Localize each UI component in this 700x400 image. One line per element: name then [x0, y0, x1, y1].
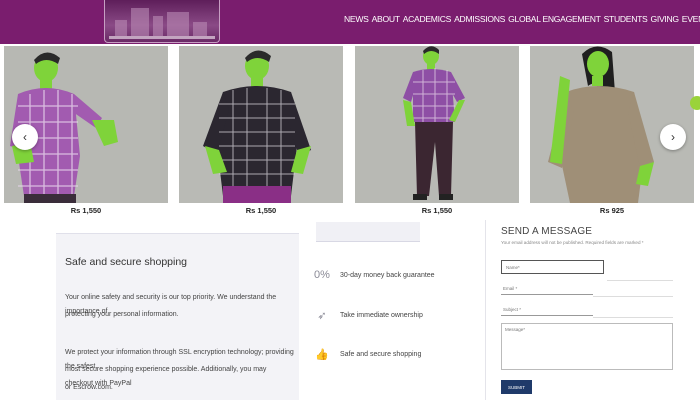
safe-shopping-title: Safe and secure shopping — [65, 256, 188, 268]
safe-shopping-text: or Escrow.com. — [65, 384, 113, 391]
safe-shopping-panel: Safe and secure shopping Your online saf… — [56, 233, 299, 400]
green-badge-icon — [690, 96, 700, 110]
nav-item-admissions[interactable]: ADMISSIONS — [454, 14, 505, 24]
product-card[interactable]: Rs 1,550 — [355, 46, 519, 218]
message-field[interactable]: Message* — [501, 323, 673, 370]
product-price: Rs 1,550 — [245, 206, 277, 215]
feature-ownership: ➶ Take immediate ownership — [314, 307, 423, 323]
feature-secure: 👍 Safe and secure shopping — [314, 346, 421, 362]
rocket-icon: ➶ — [317, 309, 327, 322]
form-title: SEND A MESSAGE — [501, 226, 593, 237]
nav-item-giving[interactable]: GIVING — [650, 14, 679, 24]
feature-label: 30-day money back guarantee — [340, 271, 435, 279]
name-field[interactable]: Name* — [501, 260, 604, 274]
thumbs-up-icon: 👍 — [315, 348, 329, 361]
chevron-left-icon[interactable]: ‹ — [12, 124, 38, 150]
subject-field[interactable]: Subject * — [501, 305, 593, 316]
nav-item-about[interactable]: ABOUT — [372, 14, 400, 24]
product-card[interactable]: Rs 1,550 — [179, 46, 343, 218]
section-divider — [485, 220, 486, 400]
nav-item-global-engagement[interactable]: GLOBAL ENGAGEMENT — [508, 14, 601, 24]
nav-item-academics[interactable]: ACADEMICS — [403, 14, 452, 24]
nav-item-events[interactable]: EVENTS — [682, 14, 700, 24]
site-header: NEWS ABOUT ACADEMICS ADMISSIONS GLOBAL E… — [0, 0, 700, 44]
product-carousel: Rs 1,550 Rs 1,550 Rs 1,550 Rs 925 ‹ › — [0, 46, 700, 218]
nav-item-news[interactable]: NEWS — [344, 14, 369, 24]
product-price: Rs 1,550 — [421, 206, 453, 215]
chevron-right-icon[interactable]: › — [660, 124, 686, 150]
safe-shopping-text: protecting your personal information. — [65, 311, 179, 318]
site-logo[interactable] — [104, 0, 220, 43]
email-field[interactable]: Email * — [501, 284, 593, 295]
domain-info-box — [316, 222, 420, 242]
percent-icon: 0% — [314, 269, 330, 281]
product-image[interactable] — [355, 46, 519, 203]
product-price: Rs 1,550 — [70, 206, 102, 215]
feature-label: Safe and secure shopping — [340, 350, 422, 358]
contact-form: SEND A MESSAGE Your email address will n… — [501, 226, 681, 394]
form-note: Your email address will not be published… — [501, 240, 644, 245]
feature-label: Take immediate ownership — [340, 311, 423, 319]
submit-button[interactable]: SUBMIT — [501, 380, 532, 394]
product-price: Rs 925 — [599, 206, 625, 215]
main-nav: NEWS ABOUT ACADEMICS ADMISSIONS GLOBAL E… — [344, 14, 700, 24]
product-image[interactable] — [179, 46, 343, 203]
nav-item-students[interactable]: STUDENTS — [604, 14, 648, 24]
feature-money-back: 0% 30-day money back guarantee — [314, 267, 435, 283]
